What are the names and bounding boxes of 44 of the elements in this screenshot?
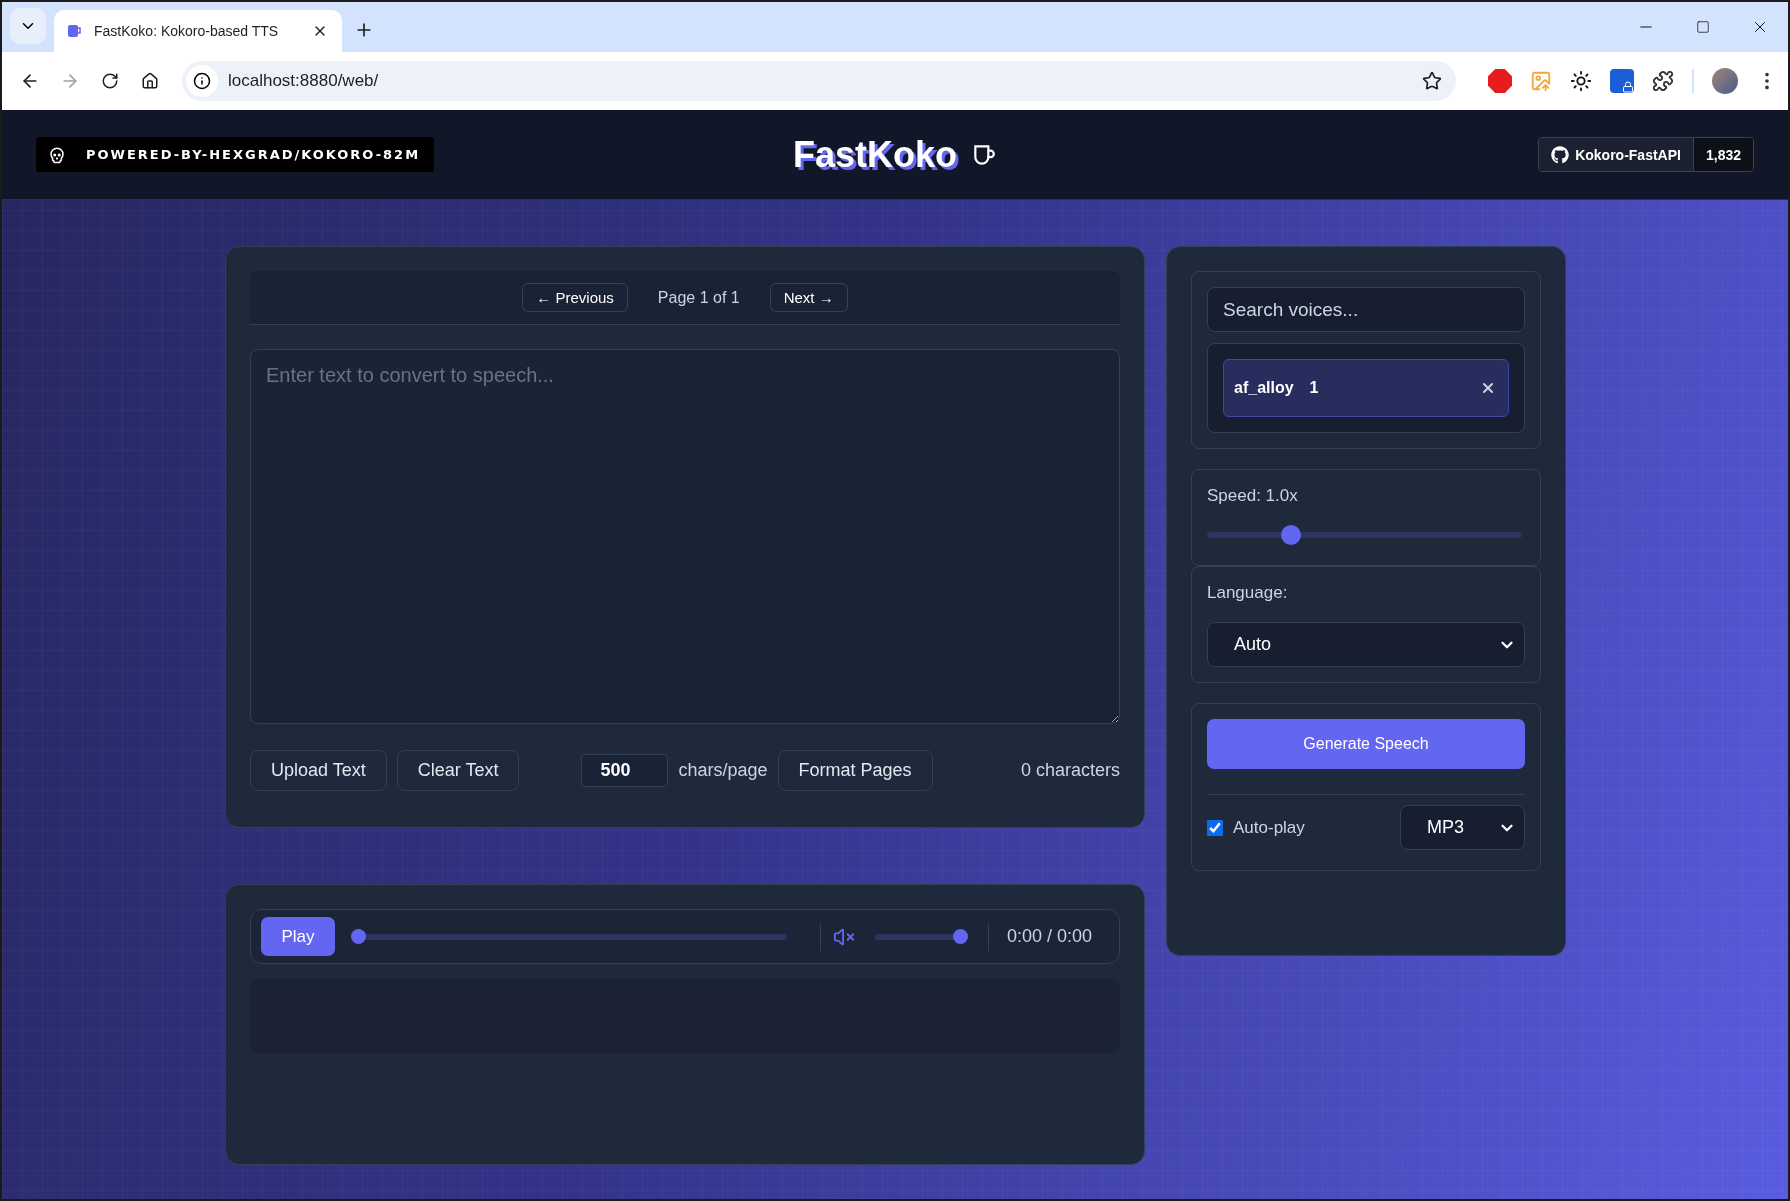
text-input[interactable]: Enter text to convert to speech... <box>250 349 1120 724</box>
slider-thumb[interactable] <box>1280 525 1301 545</box>
github-repo-button[interactable]: Kokoro-FastAPI <box>1539 138 1693 171</box>
avatar-icon[interactable] <box>1712 68 1738 94</box>
format-select[interactable]: MP3 <box>1400 805 1525 850</box>
voice-search-field[interactable]: Search voices... <box>1207 287 1525 332</box>
volume-slider[interactable] <box>874 929 968 944</box>
language-select[interactable]: Auto <box>1207 622 1525 667</box>
sun-icon[interactable] <box>1570 70 1592 92</box>
browser-tab[interactable]: FastKoko: Kokoro-based TTS <box>54 10 342 52</box>
mug-icon <box>66 23 82 39</box>
page-indicator: Page 1 of 1 <box>657 288 740 307</box>
github-icon <box>1551 145 1570 164</box>
language-label: Language: <box>1207 583 1289 603</box>
format-button[interactable]: Format Pages <box>777 750 933 791</box>
time-display: 0:00 / 0:00 <box>1006 926 1093 947</box>
clear-button[interactable]: Clear Text <box>396 750 520 791</box>
speed-label: Speed: 1.0x <box>1207 486 1299 506</box>
stop-sign-icon[interactable] <box>1488 69 1512 93</box>
powered-by-badge[interactable]: POWERED-BY-HEXGRAD/KOKORO-82M <box>36 137 435 172</box>
progress-slider[interactable] <box>351 929 787 944</box>
next-button[interactable]: Next → <box>769 283 848 312</box>
slider-thumb[interactable] <box>952 929 968 944</box>
address-bar[interactable]: localhost:8880/web/ <box>182 61 1456 101</box>
star-count[interactable]: 1,832 <box>1692 138 1753 171</box>
speed-slider[interactable] <box>1207 525 1522 545</box>
previous-button[interactable]: ← Previous <box>522 283 628 312</box>
url-text: localhost:8880/web/ <box>228 71 380 91</box>
extensions-icon[interactable] <box>1652 70 1674 92</box>
generate-speech-button[interactable]: Generate Speech <box>1207 719 1525 769</box>
tab-title: FastKoko: Kokoro-based TTS <box>94 23 280 39</box>
slider-thumb[interactable] <box>351 929 366 944</box>
autoplay-checkbox[interactable] <box>1207 819 1223 836</box>
autoplay-label: Auto-play <box>1233 817 1305 838</box>
chars-per-page-label: chars/page <box>678 760 768 781</box>
upload-button[interactable]: Upload Text <box>250 750 387 791</box>
character-count: 0 characters <box>1020 760 1120 781</box>
play-button[interactable]: Play <box>261 917 335 956</box>
voice-weight: 1 <box>1309 379 1320 397</box>
app-title: FastKoko <box>793 133 957 176</box>
voice-name: af_alloy <box>1234 379 1294 397</box>
info-icon[interactable] <box>186 65 218 97</box>
lock-icon[interactable] <box>1610 69 1634 93</box>
chars-per-page-field[interactable]: 500 <box>581 754 669 787</box>
